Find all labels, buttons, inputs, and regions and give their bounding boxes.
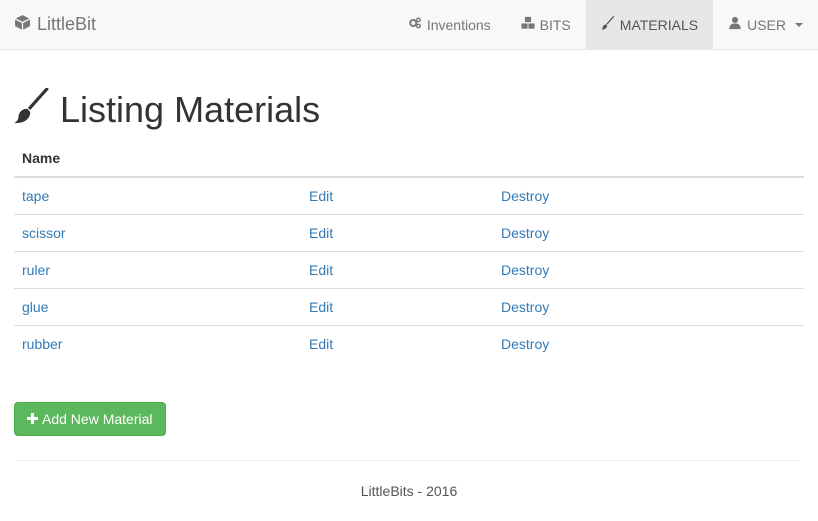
- footer-text: LittleBits - 2016: [360, 483, 458, 499]
- footer-divider: [16, 460, 800, 461]
- edit-link[interactable]: Edit: [309, 336, 333, 352]
- paint-brush-icon: [601, 16, 615, 33]
- main-nav: Inventions BITS MATERIALS USER: [393, 0, 818, 49]
- add-material-label: Add New Material: [42, 411, 153, 427]
- material-link[interactable]: tape: [22, 188, 49, 204]
- material-name-cell: glue: [14, 287, 301, 325]
- edit-cell: Edit: [301, 287, 493, 325]
- destroy-link[interactable]: Destroy: [501, 336, 549, 352]
- destroy-cell: Destroy: [493, 176, 804, 214]
- cube-icon: [14, 14, 31, 36]
- edit-link[interactable]: Edit: [309, 262, 333, 278]
- material-link[interactable]: glue: [22, 299, 48, 315]
- nav-item-label: BITS: [539, 16, 571, 33]
- column-header-edit: [301, 140, 493, 178]
- nav-item-bits[interactable]: BITS: [506, 0, 586, 49]
- brand-label: LittleBit: [37, 14, 97, 34]
- page-title-text: Listing Materials: [60, 89, 321, 130]
- edit-cell: Edit: [301, 250, 493, 288]
- table-row: scissor Edit Destroy: [14, 213, 804, 251]
- material-name-cell: rubber: [14, 324, 301, 362]
- destroy-link[interactable]: Destroy: [501, 262, 549, 278]
- destroy-link[interactable]: Destroy: [501, 188, 549, 204]
- edit-link[interactable]: Edit: [309, 299, 333, 315]
- destroy-cell: Destroy: [493, 250, 804, 288]
- column-header-destroy: [493, 140, 804, 178]
- chevron-down-icon: [795, 22, 803, 27]
- column-header-name: Name: [14, 140, 301, 178]
- material-link[interactable]: rubber: [22, 336, 62, 352]
- nav-item-label: Inventions: [426, 16, 491, 33]
- table-row: ruler Edit Destroy: [14, 250, 804, 288]
- destroy-cell: Destroy: [493, 287, 804, 325]
- destroy-link[interactable]: Destroy: [501, 225, 549, 241]
- material-name-cell: scissor: [14, 213, 301, 251]
- material-link[interactable]: ruler: [22, 262, 50, 278]
- brand-link[interactable]: LittleBit: [14, 0, 96, 49]
- nav-item-label: USER: [747, 16, 786, 33]
- paint-brush-icon: [14, 86, 50, 132]
- cubes-icon: [521, 16, 535, 33]
- material-link[interactable]: scissor: [22, 225, 66, 241]
- material-name-cell: ruler: [14, 250, 301, 288]
- edit-cell: Edit: [301, 176, 493, 214]
- plus-icon: [27, 411, 38, 427]
- edit-cell: Edit: [301, 213, 493, 251]
- material-name-cell: tape: [14, 176, 301, 214]
- page-title: Listing Materials: [14, 86, 321, 132]
- nav-item-label: MATERIALS: [619, 16, 699, 33]
- nav-item-materials[interactable]: MATERIALS: [585, 0, 714, 49]
- nav-item-user[interactable]: USER: [713, 0, 818, 49]
- navbar: LittleBit Inventions BITS MATERIALS USER: [0, 0, 818, 50]
- table-header-row: Name: [14, 140, 804, 178]
- table-row: glue Edit Destroy: [14, 287, 804, 325]
- materials-table: Name tape Edit Destroy scissor Edit Dest…: [14, 140, 804, 362]
- table-row: tape Edit Destroy: [14, 176, 804, 214]
- user-icon: [728, 16, 742, 33]
- edit-link[interactable]: Edit: [309, 225, 333, 241]
- destroy-cell: Destroy: [493, 324, 804, 362]
- cogs-icon: [408, 16, 422, 33]
- destroy-cell: Destroy: [493, 213, 804, 251]
- edit-cell: Edit: [301, 324, 493, 362]
- edit-link[interactable]: Edit: [309, 188, 333, 204]
- add-material-button[interactable]: Add New Material: [14, 402, 166, 436]
- table-row: rubber Edit Destroy: [14, 324, 804, 362]
- nav-item-inventions[interactable]: Inventions: [393, 0, 506, 49]
- destroy-link[interactable]: Destroy: [501, 299, 549, 315]
